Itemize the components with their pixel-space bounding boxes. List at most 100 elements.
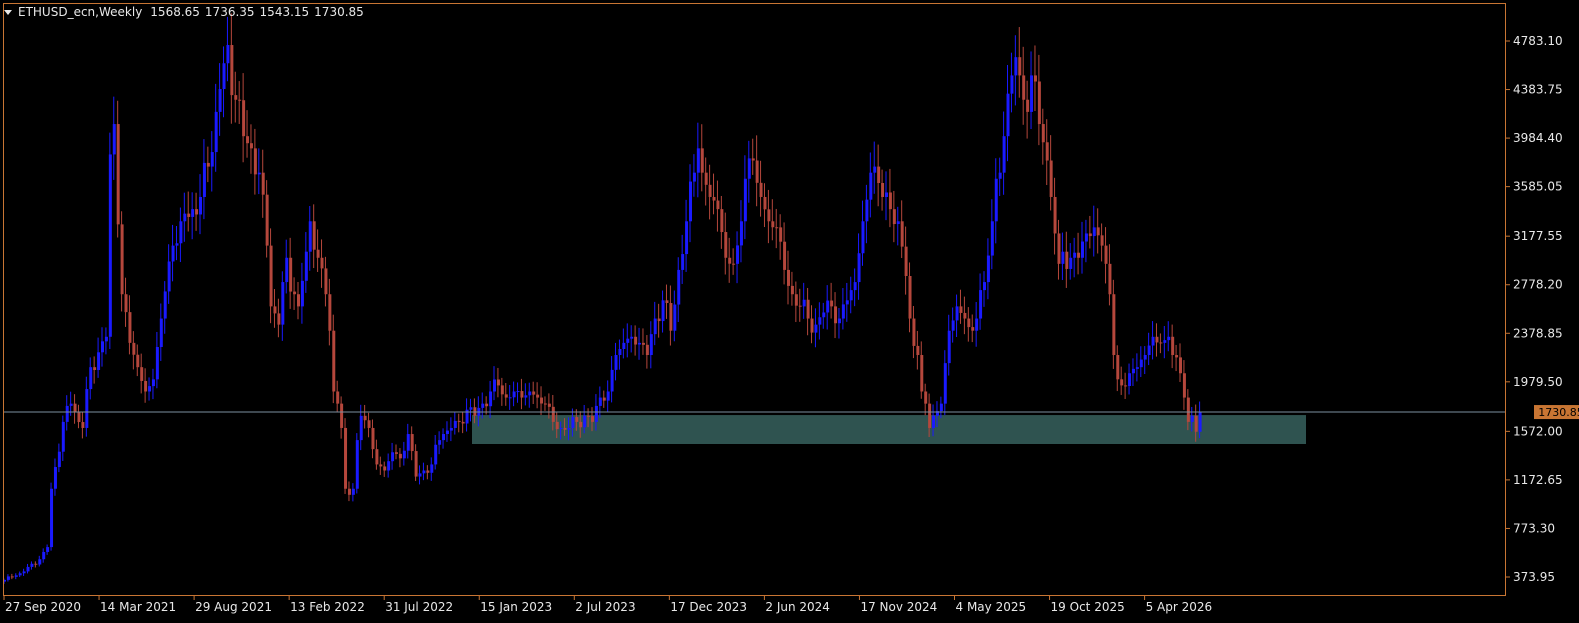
candle-body: [81, 422, 85, 428]
candle-body: [798, 305, 802, 307]
candle-body: [195, 209, 199, 215]
candle-body: [822, 312, 826, 318]
candle: [822, 302, 826, 329]
candle: [857, 233, 861, 300]
candle: [677, 257, 681, 323]
candle: [1120, 366, 1124, 395]
candle-body: [563, 427, 567, 430]
candle-body: [622, 342, 626, 349]
candle-body: [1131, 368, 1135, 374]
candle: [383, 461, 387, 477]
candle-body: [144, 380, 148, 392]
candle-body: [959, 306, 963, 313]
chart-window[interactable]: 1730.85 4783.10 4383.75 3984.40 3585.05 3177…: [0, 0, 1579, 623]
candle-body: [175, 243, 179, 246]
candle-body: [14, 575, 18, 577]
candle: [900, 200, 904, 259]
candle: [1081, 221, 1084, 274]
candle: [46, 544, 50, 555]
candle: [1088, 215, 1092, 249]
candle: [1179, 343, 1182, 382]
price-tick-label: 773.30: [1513, 521, 1555, 535]
candle: [1159, 333, 1163, 354]
candle-body: [802, 299, 806, 307]
candle-body: [387, 461, 391, 471]
time-tick-label: 4 May 2025: [956, 600, 1027, 614]
candle: [547, 393, 551, 419]
candle: [653, 301, 657, 346]
candle: [806, 287, 810, 336]
candle-body: [347, 488, 351, 495]
candle: [442, 428, 446, 449]
candle: [947, 314, 951, 376]
candle-body: [422, 470, 426, 474]
candle-body: [1049, 160, 1053, 197]
candle: [998, 157, 1002, 197]
candle: [610, 356, 614, 403]
candle-body: [159, 318, 163, 348]
candle-body: [1175, 355, 1179, 358]
candle: [1167, 321, 1171, 352]
candle-body: [183, 213, 187, 222]
dropdown-triangle-icon[interactable]: [4, 10, 12, 15]
candle-body: [140, 367, 144, 381]
candle-body: [418, 473, 422, 477]
price-chart[interactable]: 1730.85 4783.10 4383.75 3984.40 3585.05 3177…: [0, 0, 1579, 623]
candle-body: [700, 148, 704, 173]
candle: [939, 396, 943, 419]
candle-body: [1014, 57, 1018, 76]
candle: [22, 568, 26, 576]
candle: [426, 465, 430, 480]
candle-body: [841, 304, 845, 319]
candle: [853, 268, 857, 307]
candle-body: [148, 386, 152, 392]
candle: [536, 382, 540, 409]
candle: [171, 224, 175, 282]
candle-body: [661, 300, 665, 322]
candle-body: [888, 192, 892, 210]
candle: [669, 285, 673, 346]
candle: [739, 200, 743, 263]
candle: [630, 325, 634, 353]
candle-body: [316, 249, 320, 258]
candle-body: [65, 405, 69, 422]
candle: [355, 433, 359, 494]
candle-body: [885, 192, 888, 197]
candle-body: [810, 318, 814, 333]
candle-body: [763, 196, 767, 210]
candle-body: [998, 172, 1002, 179]
candle-body: [712, 196, 716, 201]
current-price-label: 1730.85: [1538, 406, 1579, 419]
candle-body: [199, 196, 202, 215]
candle-body: [587, 415, 591, 417]
candle-body: [794, 294, 798, 306]
candle: [14, 573, 18, 580]
candle: [222, 46, 226, 118]
candle: [841, 288, 845, 330]
candle: [1112, 279, 1116, 369]
candle: [641, 328, 645, 355]
candle-body: [739, 221, 743, 246]
candle: [951, 307, 955, 343]
candle: [912, 305, 916, 359]
candle-body: [892, 209, 896, 225]
candle: [779, 214, 783, 260]
symbol-timeframe-label: ETHUSD_ecn,Weekly: [18, 5, 143, 19]
candle: [1057, 219, 1061, 280]
candle-body: [602, 397, 606, 401]
candle-body: [1002, 136, 1006, 173]
candle-body: [391, 452, 395, 462]
candle: [85, 376, 89, 437]
candle-body: [540, 397, 544, 404]
high-value: 1736.35: [204, 5, 255, 19]
candle: [1077, 232, 1081, 275]
candle-body: [293, 291, 297, 295]
candle: [673, 290, 677, 342]
candle: [81, 411, 85, 439]
candle: [26, 563, 30, 574]
candle-body: [336, 391, 340, 404]
candle-body: [238, 99, 242, 101]
candle-body: [1179, 357, 1182, 374]
candle-body: [104, 336, 108, 342]
candle: [1104, 227, 1108, 284]
